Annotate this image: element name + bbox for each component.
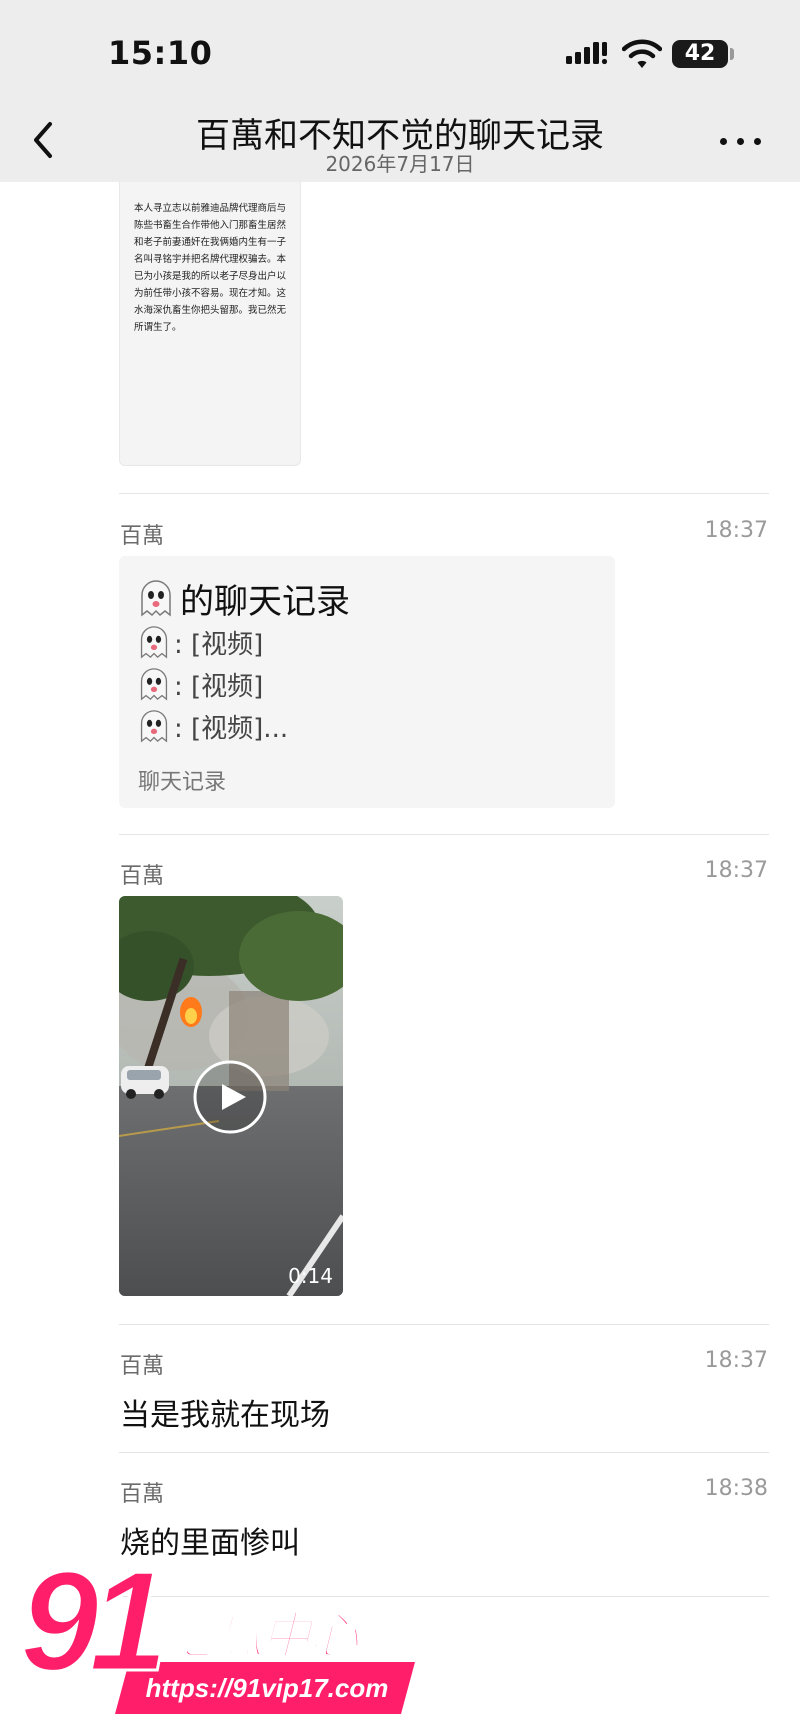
play-icon[interactable] (192, 1059, 268, 1135)
more-dots-icon (720, 138, 727, 145)
title-bar: 15:10 42 百萬和不知不觉的聊天记录 2026年7月17日 (0, 0, 800, 182)
record-line: : [视频] (138, 622, 615, 662)
more-button[interactable] (718, 126, 764, 156)
record-line: : [视频]... (138, 706, 615, 746)
wifi-icon (622, 39, 662, 68)
document-image[interactable]: 本人寻立志以前雅迪品牌代理商后与陈些书畜生合作带他入门那畜生居然和老子前妻通奸在… (119, 182, 301, 466)
watermark-url: https://91vip17.com (145, 1673, 389, 1703)
record-title: 的聊天记录 (180, 581, 350, 622)
sender-name: 百萬 (120, 524, 165, 549)
battery-indicator: 42 (672, 40, 728, 68)
more-dot (737, 138, 744, 145)
ghost-emoji-icon (140, 710, 168, 743)
status-time: 15:10 (108, 34, 213, 72)
record-line-text: : [视频] (174, 629, 264, 660)
divider (119, 1452, 769, 1453)
ghost-emoji-icon (140, 668, 168, 701)
cellular-signal-icon (566, 42, 608, 65)
message-time: 18:37 (704, 1348, 768, 1373)
sender-name: 百萬 (120, 864, 165, 889)
chat-record-card[interactable]: 的聊天记录 : [视频] : [视频] : [视频]... 聊天记录 (119, 556, 615, 808)
message-time: 18:37 (704, 858, 768, 883)
divider (119, 834, 769, 835)
sender-name: 百萬 (120, 1354, 165, 1379)
sender-name: 百萬 (120, 1482, 165, 1507)
back-button[interactable] (26, 118, 66, 162)
more-dot (754, 138, 761, 145)
record-line-text: : [视频]... (174, 713, 289, 744)
ghost-emoji-icon (141, 580, 171, 617)
video-message[interactable]: 0:14 (119, 896, 343, 1296)
record-line: : [视频] (138, 664, 615, 704)
message-time: 18:38 (704, 1476, 768, 1501)
message-text: 当是我就在现场 (120, 1398, 330, 1433)
chat-date: 2026年7月17日 (325, 152, 475, 176)
divider (119, 1324, 769, 1325)
video-duration: 0:14 (288, 1264, 333, 1288)
document-text: 本人寻立志以前雅迪品牌代理商后与陈些书畜生合作带他入门那畜生居然和老子前妻通奸在… (134, 203, 287, 333)
battery-level: 42 (684, 41, 716, 66)
record-title-row: 的聊天记录 (138, 576, 615, 622)
watermark-title: 吃瓜中心 (164, 1606, 360, 1666)
record-footer: 聊天记录 (138, 770, 227, 795)
battery-nub (730, 48, 734, 60)
ghost-emoji-icon (140, 626, 168, 659)
record-line-text: : [视频] (174, 671, 264, 702)
divider (119, 493, 769, 494)
site-watermark: 91 吃瓜中心 https://91vip17.com (19, 1541, 415, 1720)
message-time: 18:37 (704, 518, 768, 543)
